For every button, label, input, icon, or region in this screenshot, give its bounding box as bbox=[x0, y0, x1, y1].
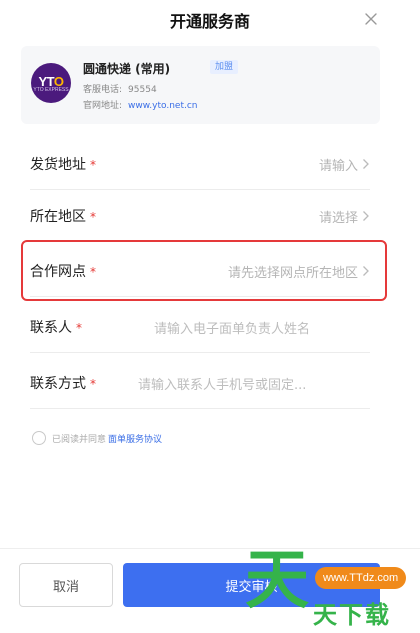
service-provider-sheet: 开通服务商 YTO YTO EXPRESS 圆通快递 (常用) 加盟 客服电话:… bbox=[0, 0, 420, 633]
sheet-header: 开通服务商 bbox=[0, 0, 420, 40]
agreement-link[interactable]: 面单服务协议 bbox=[108, 432, 162, 445]
provider-phone: 客服电话: 95554 bbox=[83, 85, 157, 95]
chevron-right-icon bbox=[363, 211, 369, 221]
submit-button[interactable]: 提交审核 bbox=[123, 563, 380, 607]
provider-tag: 加盟 bbox=[210, 60, 239, 74]
agreement-checkbox[interactable] bbox=[32, 431, 46, 445]
highlight-box bbox=[21, 240, 387, 301]
required-mark: * bbox=[90, 210, 96, 224]
form-row-contact-person[interactable]: 联系人 * 请输入电子面单负责人姓名 bbox=[30, 301, 370, 353]
chevron-right-icon bbox=[363, 159, 369, 169]
form-row-contact-method[interactable]: 联系方式 * 请输入联系人手机号或固定... bbox=[30, 357, 370, 409]
page-title: 开通服务商 bbox=[169, 12, 250, 31]
contact-person-input[interactable]: 请输入电子面单负责人姓名 bbox=[154, 318, 310, 337]
region-select[interactable]: 请选择 bbox=[319, 207, 358, 226]
website-link[interactable]: www.yto.net.cn bbox=[128, 101, 197, 111]
required-mark: * bbox=[90, 377, 96, 391]
yto-logo-icon: YTO YTO EXPRESS bbox=[31, 63, 71, 103]
close-icon[interactable] bbox=[362, 10, 380, 28]
required-mark: * bbox=[76, 321, 82, 335]
provider-name: 圆通快递 (常用) bbox=[83, 62, 171, 76]
provider-card: YTO YTO EXPRESS 圆通快递 (常用) 加盟 客服电话: 95554 … bbox=[21, 46, 380, 124]
provider-website: 官网地址: www.yto.net.cn bbox=[83, 101, 198, 111]
contact-method-input[interactable]: 请输入联系人手机号或固定... bbox=[138, 374, 306, 393]
cancel-button[interactable]: 取消 bbox=[19, 563, 113, 607]
form-row-region[interactable]: 所在地区 * 请选择 bbox=[30, 190, 370, 242]
bottom-action-bar: 取消 提交审核 bbox=[0, 548, 420, 633]
ship-address-input[interactable]: 请输入 bbox=[319, 155, 358, 174]
required-mark: * bbox=[90, 158, 96, 172]
form-row-ship-address[interactable]: 发货地址 * 请输入 bbox=[30, 138, 370, 190]
agreement-row: 已阅读并同意 面单服务协议 bbox=[32, 430, 162, 446]
